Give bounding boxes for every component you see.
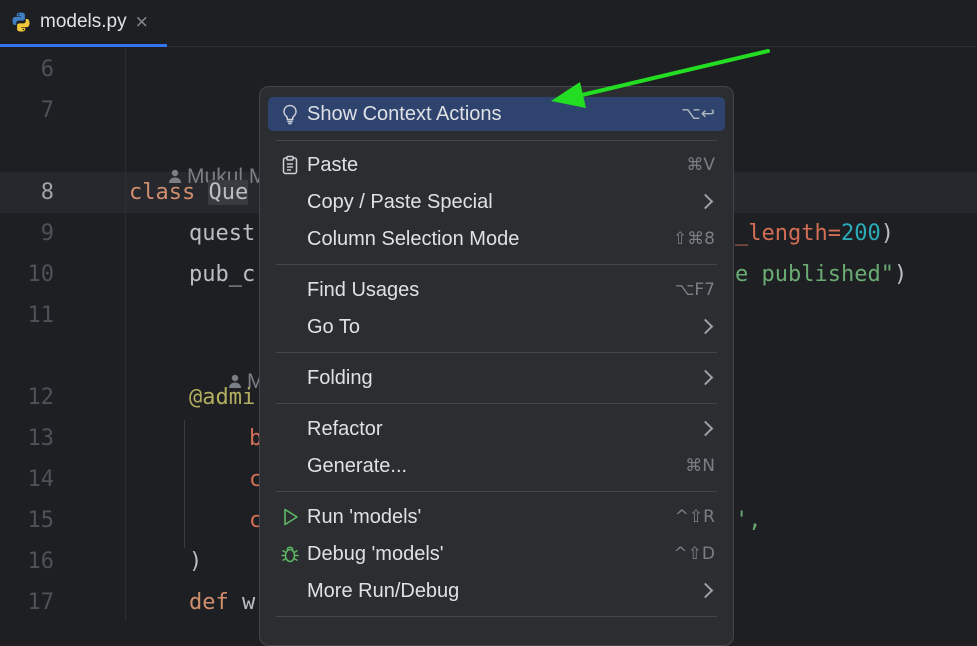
annotation-arrow-icon [551,49,770,108]
